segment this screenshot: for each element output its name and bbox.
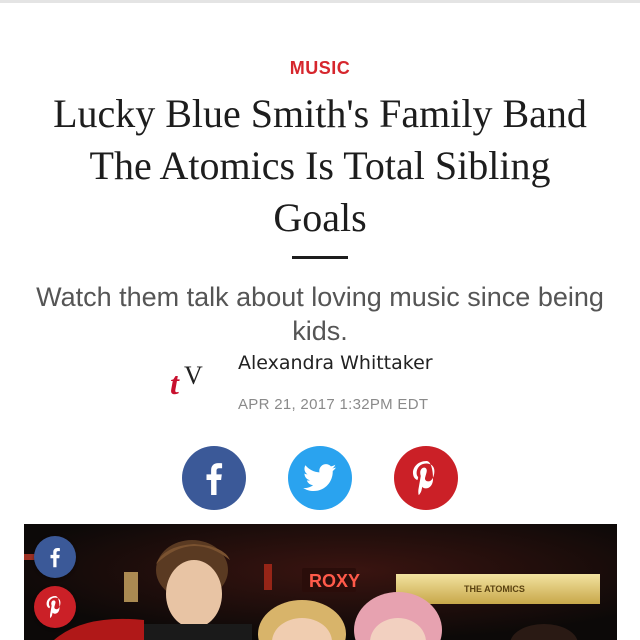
article-dek: Watch them talk about loving music since… — [36, 282, 604, 346]
pinterest-share-button[interactable] — [394, 446, 458, 510]
category-label[interactable]: MUSIC — [0, 58, 640, 79]
pinterest-icon — [412, 461, 435, 495]
logo-letter-v: V — [184, 361, 203, 390]
article-headline: Lucky Blue Smith's Family Band The Atomi… — [53, 91, 587, 240]
publish-date: APR 21, 2017 1:32PM EDT — [238, 396, 429, 413]
headline-divider — [292, 256, 348, 259]
roxy-sign: ROXY — [309, 571, 360, 591]
facebook-icon — [50, 548, 60, 568]
teen-vogue-logo: t V — [170, 361, 203, 401]
facebook-icon — [206, 463, 223, 495]
marquee-sign: THE ATOMICS — [464, 584, 525, 594]
pinterest-icon — [46, 596, 61, 618]
facebook-share-button[interactable] — [182, 446, 246, 510]
logo-letter-t: t — [170, 365, 180, 401]
hero-facebook-share-button[interactable] — [34, 536, 76, 578]
top-divider — [0, 0, 640, 3]
twitter-icon — [303, 464, 337, 492]
hero-pinterest-share-button[interactable] — [34, 586, 76, 628]
twitter-share-button[interactable] — [288, 446, 352, 510]
hero-photo-illustration: ROXY THE ATOMICS — [24, 524, 617, 640]
hero-image: ROXY THE ATOMICS — [24, 524, 617, 640]
author-name[interactable]: Alexandra Whittaker — [238, 352, 433, 374]
